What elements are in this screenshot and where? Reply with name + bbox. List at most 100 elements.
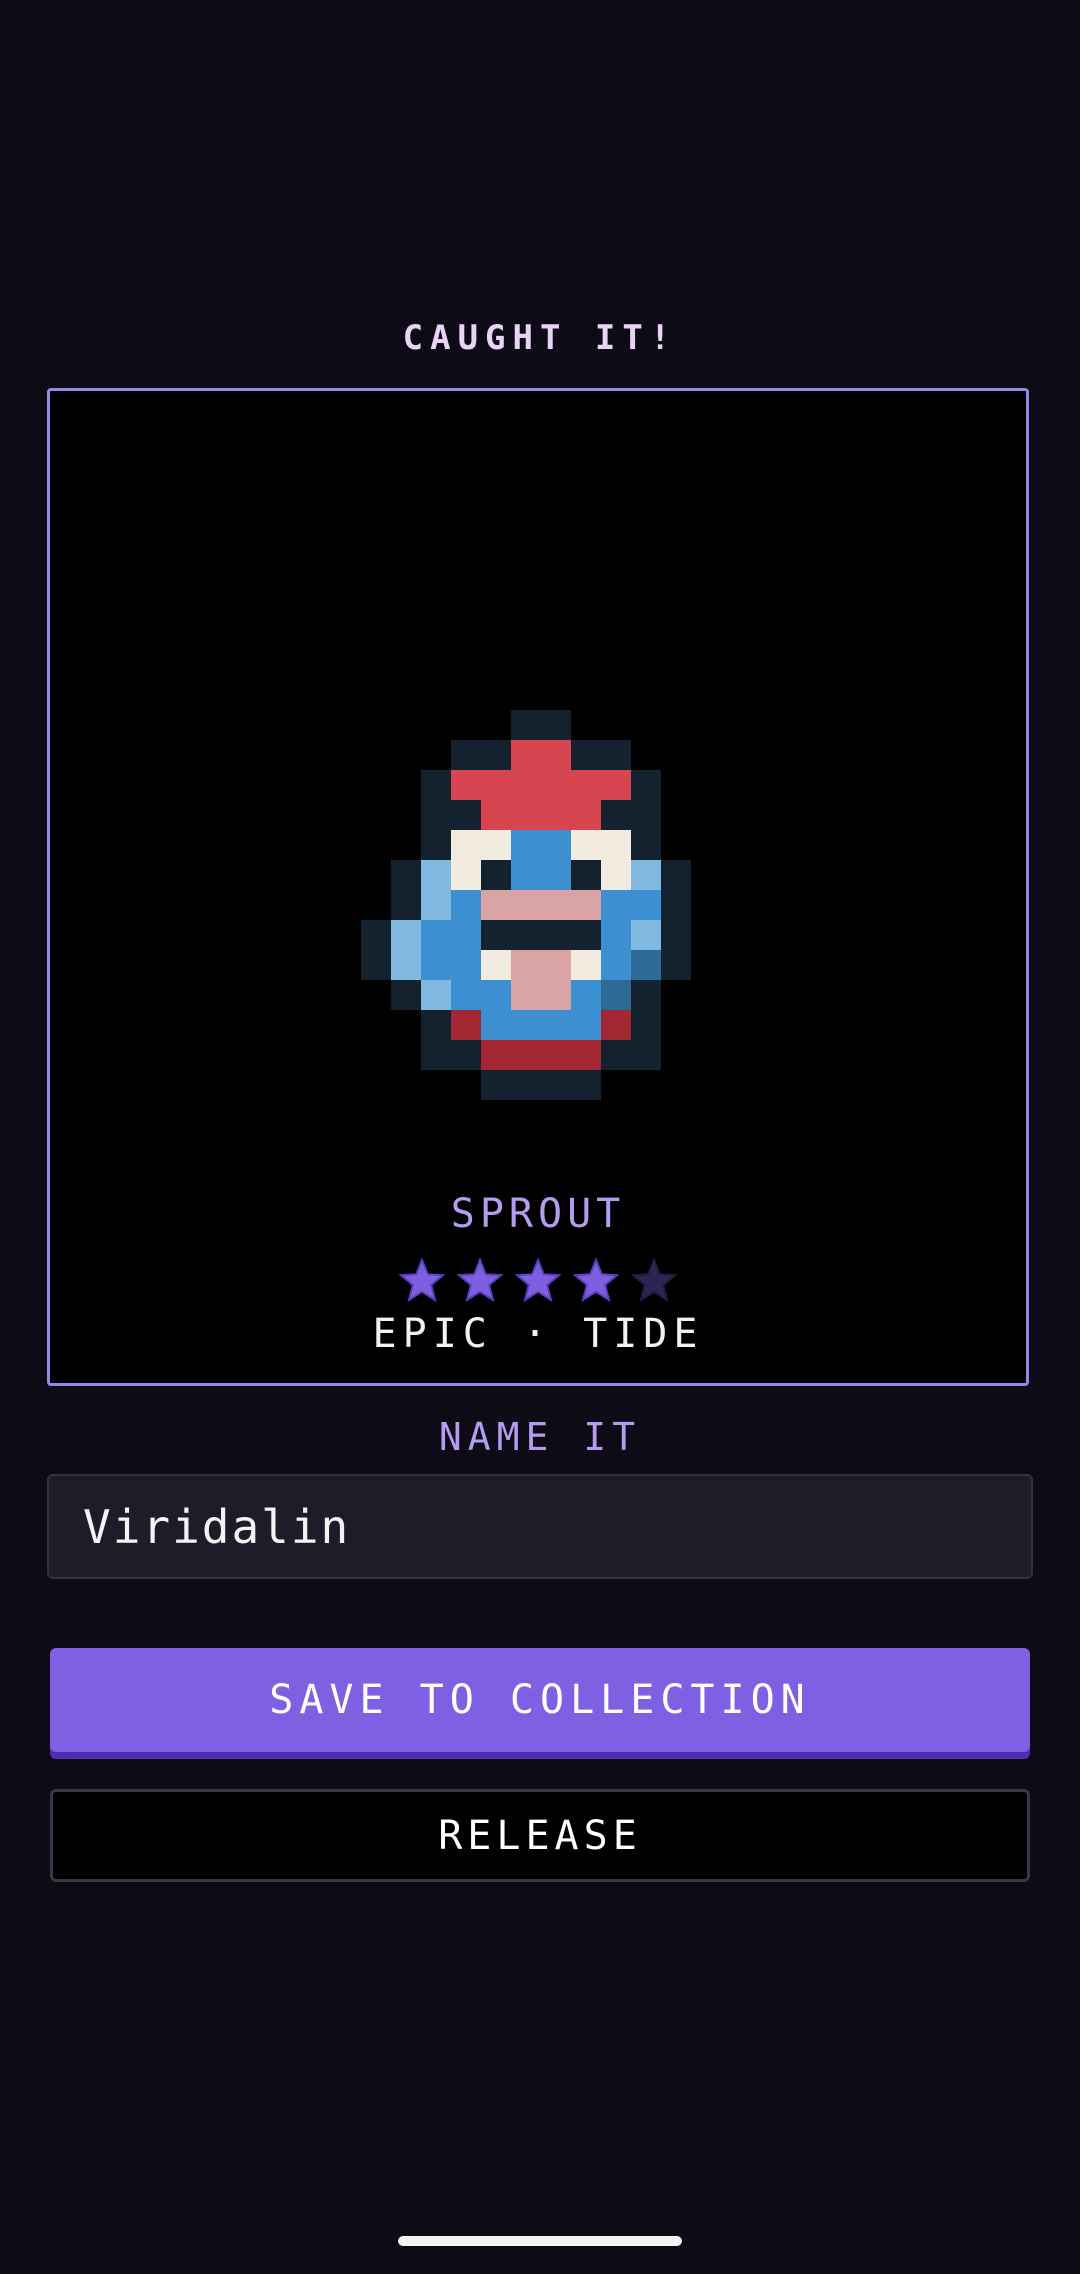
sprite-pixel xyxy=(571,860,601,890)
sprite-pixel xyxy=(571,830,601,860)
sprite-pixel xyxy=(571,890,601,920)
sprite-pixel xyxy=(601,950,631,980)
star-filled-icon xyxy=(456,1257,504,1305)
sprite-pixel xyxy=(601,980,631,1010)
sprite-pixel xyxy=(451,830,481,860)
star-filled-icon xyxy=(398,1257,446,1305)
sprite-pixel xyxy=(571,800,601,830)
sprite-pixel xyxy=(451,980,481,1010)
sprite-pixel xyxy=(421,830,451,860)
sprite-pixel xyxy=(421,890,451,920)
sprite-pixel xyxy=(601,740,631,770)
sprite-pixel xyxy=(451,1010,481,1040)
sprite-pixel xyxy=(541,980,571,1010)
sprite-pixel xyxy=(571,1040,601,1070)
sprite-pixel xyxy=(541,800,571,830)
rarity-type-label: EPIC · TIDE xyxy=(372,1311,704,1357)
sprite-pixel xyxy=(511,800,541,830)
creature-species: SPROUT xyxy=(450,1191,626,1237)
sprite-pixel xyxy=(511,770,541,800)
sprite-pixel xyxy=(421,800,451,830)
sprite-pixel xyxy=(451,1040,481,1070)
sprite-pixel xyxy=(481,800,511,830)
rarity-stars xyxy=(50,1257,1026,1305)
sprite-pixel xyxy=(541,770,571,800)
sprite-pixel xyxy=(481,890,511,920)
name-input[interactable] xyxy=(47,1474,1033,1579)
save-to-collection-button[interactable]: SAVE TO COLLECTION xyxy=(50,1648,1030,1752)
sprite-pixel xyxy=(661,860,691,890)
sprite-pixel xyxy=(451,890,481,920)
sprite-pixel xyxy=(571,770,601,800)
sprite-pixel xyxy=(541,740,571,770)
sprite-pixel xyxy=(481,740,511,770)
sprite-pixel xyxy=(361,950,391,980)
sprite-pixel xyxy=(601,860,631,890)
sprite-pixel xyxy=(601,830,631,860)
sprite-pixel xyxy=(421,770,451,800)
creature-sprite xyxy=(361,710,691,1100)
sprite-pixel xyxy=(481,1070,511,1100)
sprite-pixel xyxy=(631,1040,661,1070)
sprite-pixel xyxy=(661,950,691,980)
home-indicator xyxy=(398,2236,682,2246)
sprite-pixel xyxy=(481,950,511,980)
star-empty-icon xyxy=(630,1257,678,1305)
sprite-pixel xyxy=(481,920,511,950)
sprite-pixel xyxy=(481,770,511,800)
sprite-pixel xyxy=(571,980,601,1010)
sprite-pixel xyxy=(451,860,481,890)
sprite-pixel xyxy=(571,1010,601,1040)
sprite-pixel xyxy=(511,1040,541,1070)
sprite-pixel xyxy=(541,890,571,920)
sprite-pixel xyxy=(391,860,421,890)
sprite-pixel xyxy=(481,860,511,890)
sprite-pixel xyxy=(451,920,481,950)
sprite-pixel xyxy=(511,980,541,1010)
sprite-pixel xyxy=(391,950,421,980)
sprite-pixel xyxy=(541,1010,571,1040)
sprite-pixel xyxy=(451,950,481,980)
sprite-pixel xyxy=(481,1040,511,1070)
star-filled-icon xyxy=(572,1257,620,1305)
sprite-pixel xyxy=(511,950,541,980)
release-button[interactable]: RELEASE xyxy=(50,1789,1030,1882)
sprite-pixel xyxy=(661,890,691,920)
sprite-pixel xyxy=(481,1010,511,1040)
sprite-pixel xyxy=(511,740,541,770)
sprite-pixel xyxy=(631,800,661,830)
sprite-pixel xyxy=(481,830,511,860)
sprite-pixel xyxy=(631,980,661,1010)
sprite-pixel xyxy=(421,980,451,1010)
sprite-pixel xyxy=(571,740,601,770)
sprite-pixel xyxy=(631,950,661,980)
sprite-pixel xyxy=(631,860,661,890)
sprite-pixel xyxy=(391,890,421,920)
name-label: NAME IT xyxy=(438,1415,642,1459)
sprite-pixel xyxy=(421,1040,451,1070)
sprite-pixel xyxy=(511,920,541,950)
sprite-pixel xyxy=(451,740,481,770)
sprite-pixel xyxy=(361,920,391,950)
sprite-pixel xyxy=(631,920,661,950)
creature-card: SPROUT EPIC · TIDE xyxy=(47,388,1029,1386)
sprite-pixel xyxy=(631,1010,661,1040)
sprite-pixel xyxy=(601,890,631,920)
sprite-pixel xyxy=(601,1010,631,1040)
sprite-pixel xyxy=(481,980,511,1010)
star-filled-icon xyxy=(514,1257,562,1305)
sprite-pixel xyxy=(511,1070,541,1100)
sprite-pixel xyxy=(511,860,541,890)
sprite-pixel xyxy=(571,1070,601,1100)
sprite-pixel xyxy=(451,800,481,830)
sprite-pixel xyxy=(631,830,661,860)
sprite-pixel xyxy=(391,920,421,950)
sprite-pixel xyxy=(541,950,571,980)
page-title: CAUGHT IT! xyxy=(402,318,678,358)
sprite-pixel xyxy=(571,920,601,950)
sprite-pixel xyxy=(601,800,631,830)
sprite-pixel xyxy=(421,950,451,980)
sprite-pixel xyxy=(451,770,481,800)
sprite-pixel xyxy=(541,710,571,740)
sprite-pixel xyxy=(541,920,571,950)
